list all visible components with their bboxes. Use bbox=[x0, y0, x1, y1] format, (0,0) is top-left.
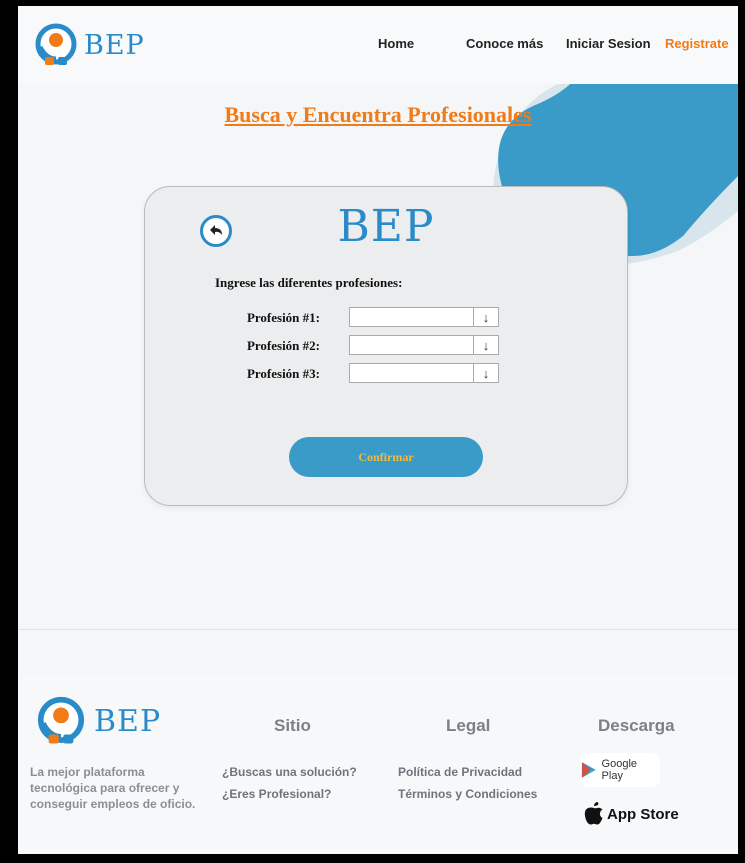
arrow-down-icon[interactable]: ↓ bbox=[473, 364, 498, 382]
nav-home[interactable]: Home bbox=[378, 36, 414, 51]
google-play-label: Google Play bbox=[601, 758, 638, 782]
profession-1-label: Profesión #1: bbox=[246, 310, 320, 325]
header-logo[interactable]: BEP bbox=[32, 21, 145, 69]
app-store-badge[interactable]: App Store bbox=[584, 802, 679, 826]
profession-2-label: Profesión #2: bbox=[246, 338, 320, 353]
google-play-badge[interactable]: Google Play bbox=[580, 753, 660, 787]
page-title: Busca y Encuentra Profesionales bbox=[224, 102, 532, 127]
arrow-down-icon[interactable]: ↓ bbox=[473, 336, 498, 354]
brand-mascot-icon bbox=[35, 23, 77, 65]
top-header: BEP Home Conoce más Iniciar Sesion Regis… bbox=[18, 6, 738, 84]
footer-descarga-title: Descarga bbox=[598, 716, 675, 735]
footer-logo[interactable]: BEP bbox=[34, 694, 161, 748]
confirm-button[interactable]: Confirmar bbox=[289, 437, 483, 477]
footer-link-privacidad[interactable]: Política de Privacidad bbox=[398, 765, 522, 779]
profession-3-label: Profesión #3: bbox=[246, 366, 320, 381]
apple-icon bbox=[584, 802, 603, 825]
profession-1-select[interactable]: ↓ bbox=[349, 307, 499, 327]
footer-link-buscas[interactable]: ¿Buscas una solución? bbox=[222, 765, 357, 779]
app-store-label: App Store bbox=[607, 805, 679, 823]
profession-2-select[interactable]: ↓ bbox=[349, 335, 499, 355]
arrow-down-icon[interactable]: ↓ bbox=[473, 308, 498, 326]
footer-link-terminos[interactable]: Términos y Condiciones bbox=[398, 787, 537, 801]
search-form-card: BEP Ingrese las diferentes profesiones: … bbox=[144, 186, 628, 506]
nav-conoce-mas[interactable]: Conoce más bbox=[466, 36, 543, 51]
page-frame: BEP Home Conoce más Iniciar Sesion Regis… bbox=[18, 6, 738, 854]
footer-link-profesional[interactable]: ¿Eres Profesional? bbox=[222, 787, 331, 801]
brand-mascot-icon bbox=[37, 696, 85, 744]
footer: BEP La mejor plataforma tecnológica para… bbox=[18, 674, 738, 854]
nav-iniciar-sesion[interactable]: Iniciar Sesion bbox=[566, 36, 651, 51]
section-divider bbox=[18, 629, 738, 630]
google-play-icon bbox=[581, 762, 596, 778]
footer-brand-text: BEP bbox=[94, 703, 162, 739]
footer-description: La mejor plataforma tecnológica para ofr… bbox=[30, 765, 196, 811]
footer-sitio-title: Sitio bbox=[274, 716, 311, 735]
form-brand-logo: BEP bbox=[337, 201, 435, 252]
footer-legal-title: Legal bbox=[446, 716, 491, 735]
form-instruction: Ingrese las diferentes profesiones: bbox=[215, 275, 403, 290]
header-brand-text: BEP bbox=[84, 29, 145, 61]
profession-3-select[interactable]: ↓ bbox=[349, 363, 499, 383]
nav-registrate[interactable]: Registrate bbox=[665, 36, 729, 51]
